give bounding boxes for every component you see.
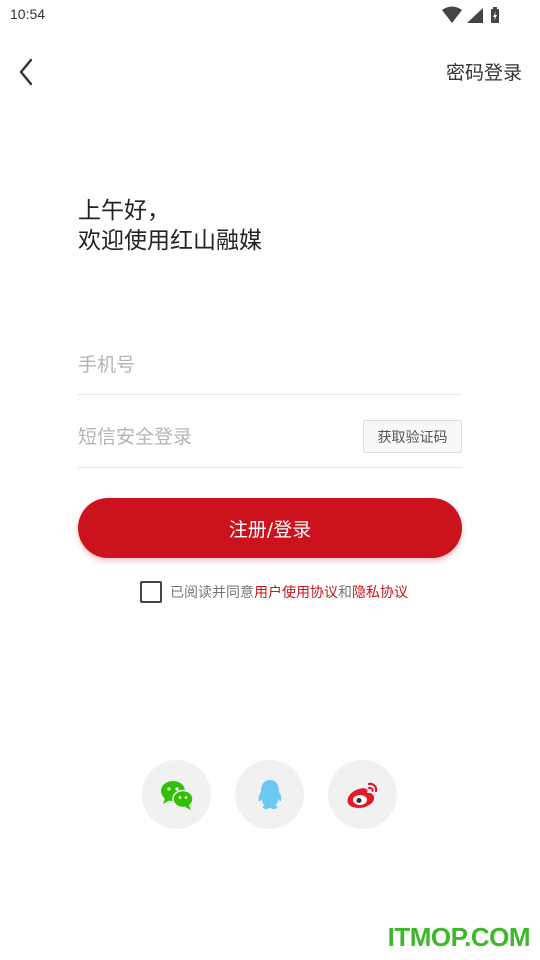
phone-field — [78, 338, 462, 395]
status-bar: 10:54 — [0, 0, 540, 32]
agree-checkbox[interactable] — [140, 581, 162, 603]
code-field: 获取验证码 — [78, 410, 462, 468]
wifi-icon — [442, 6, 462, 23]
greeting: 上午好， 欢迎使用红山融媒 — [78, 196, 262, 256]
get-code-button[interactable]: 获取验证码 — [363, 420, 462, 453]
agreement-row: 已阅读并同意 用户使用协议 和 隐私协议 — [140, 580, 408, 604]
agreement-conjunction: 和 — [338, 585, 352, 601]
status-time: 10:54 — [10, 6, 46, 22]
greeting-line-2: 欢迎使用红山融媒 — [78, 228, 262, 254]
greeting-line-1: 上午好， — [78, 198, 170, 224]
wechat-login-button[interactable] — [142, 760, 211, 829]
user-agreement-link[interactable]: 用户使用协议 — [254, 582, 338, 602]
qq-icon — [258, 779, 281, 809]
weibo-login-button[interactable] — [328, 760, 397, 829]
register-login-button[interactable]: 注册/登录 — [78, 498, 462, 558]
phone-input[interactable] — [78, 350, 348, 380]
chevron-left-icon[interactable] — [10, 54, 46, 90]
agreement-prefix: 已阅读并同意 — [170, 585, 254, 601]
qq-login-button[interactable] — [235, 760, 304, 829]
sms-code-input[interactable] — [78, 422, 348, 452]
wechat-icon — [160, 780, 194, 810]
battery-charging-icon — [491, 7, 499, 23]
watermark: ITMOP.COM — [387, 922, 531, 952]
weibo-icon — [347, 782, 377, 808]
cellular-signal-icon — [467, 8, 483, 23]
nav-bar: 密码登录 — [0, 44, 540, 100]
privacy-agreement-link[interactable]: 隐私协议 — [352, 582, 408, 602]
status-icons — [442, 6, 499, 23]
password-login-link[interactable]: 密码登录 — [446, 58, 522, 85]
